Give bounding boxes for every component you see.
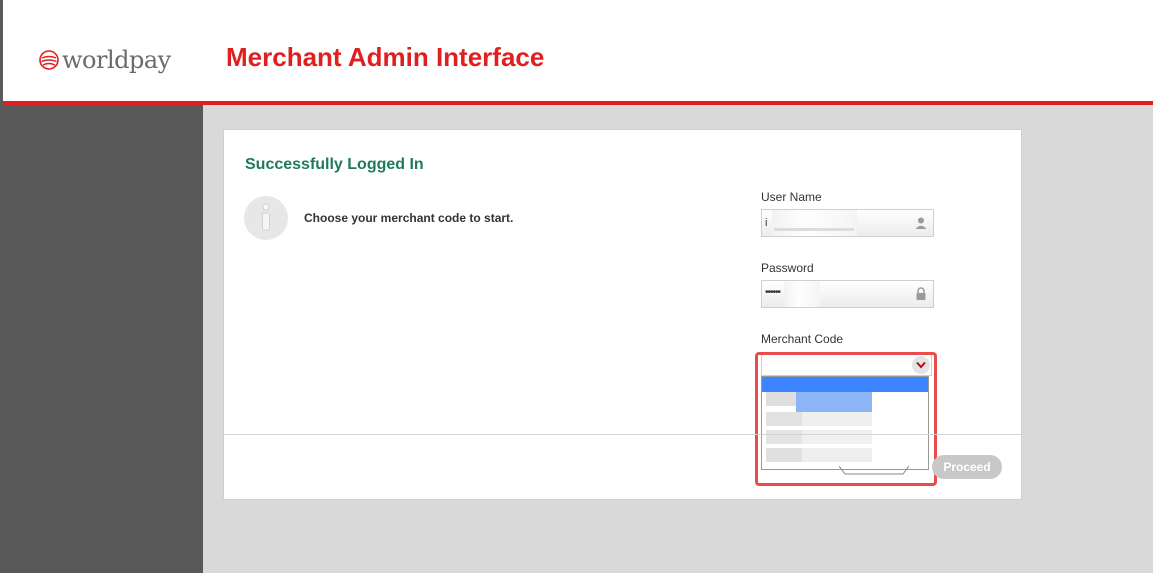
app-window: worldpay Merchant Admin Interface Succes…	[0, 0, 1153, 573]
dropdown-pointer-decoration	[839, 466, 909, 475]
username-label: User Name	[761, 190, 822, 204]
info-message: Choose your merchant code to start.	[304, 211, 514, 225]
username-field[interactable]: i	[761, 209, 934, 237]
info-icon	[244, 196, 288, 240]
password-value: ••••••	[765, 287, 781, 298]
username-value: i	[765, 217, 768, 229]
card-divider	[224, 434, 1021, 435]
password-label: Password	[761, 261, 814, 275]
password-redaction	[784, 281, 820, 307]
header: worldpay Merchant Admin Interface	[3, 0, 1153, 102]
logo[interactable]: worldpay	[39, 42, 171, 78]
worldpay-globe-icon	[39, 50, 59, 70]
sidebar	[3, 105, 203, 573]
user-icon	[915, 217, 927, 229]
merchant-code-label: Merchant Code	[761, 332, 844, 346]
login-card: Successfully Logged In Choose your merch…	[223, 129, 1022, 500]
username-redaction	[772, 210, 857, 236]
proceed-button[interactable]: Proceed	[932, 455, 1002, 479]
username-redaction-line	[774, 228, 854, 231]
password-field[interactable]: ••••••	[761, 280, 934, 308]
app-title: Merchant Admin Interface	[226, 42, 545, 72]
lock-icon	[916, 287, 926, 300]
logo-text: worldpay	[62, 46, 171, 74]
success-title: Successfully Logged In	[245, 156, 424, 173]
